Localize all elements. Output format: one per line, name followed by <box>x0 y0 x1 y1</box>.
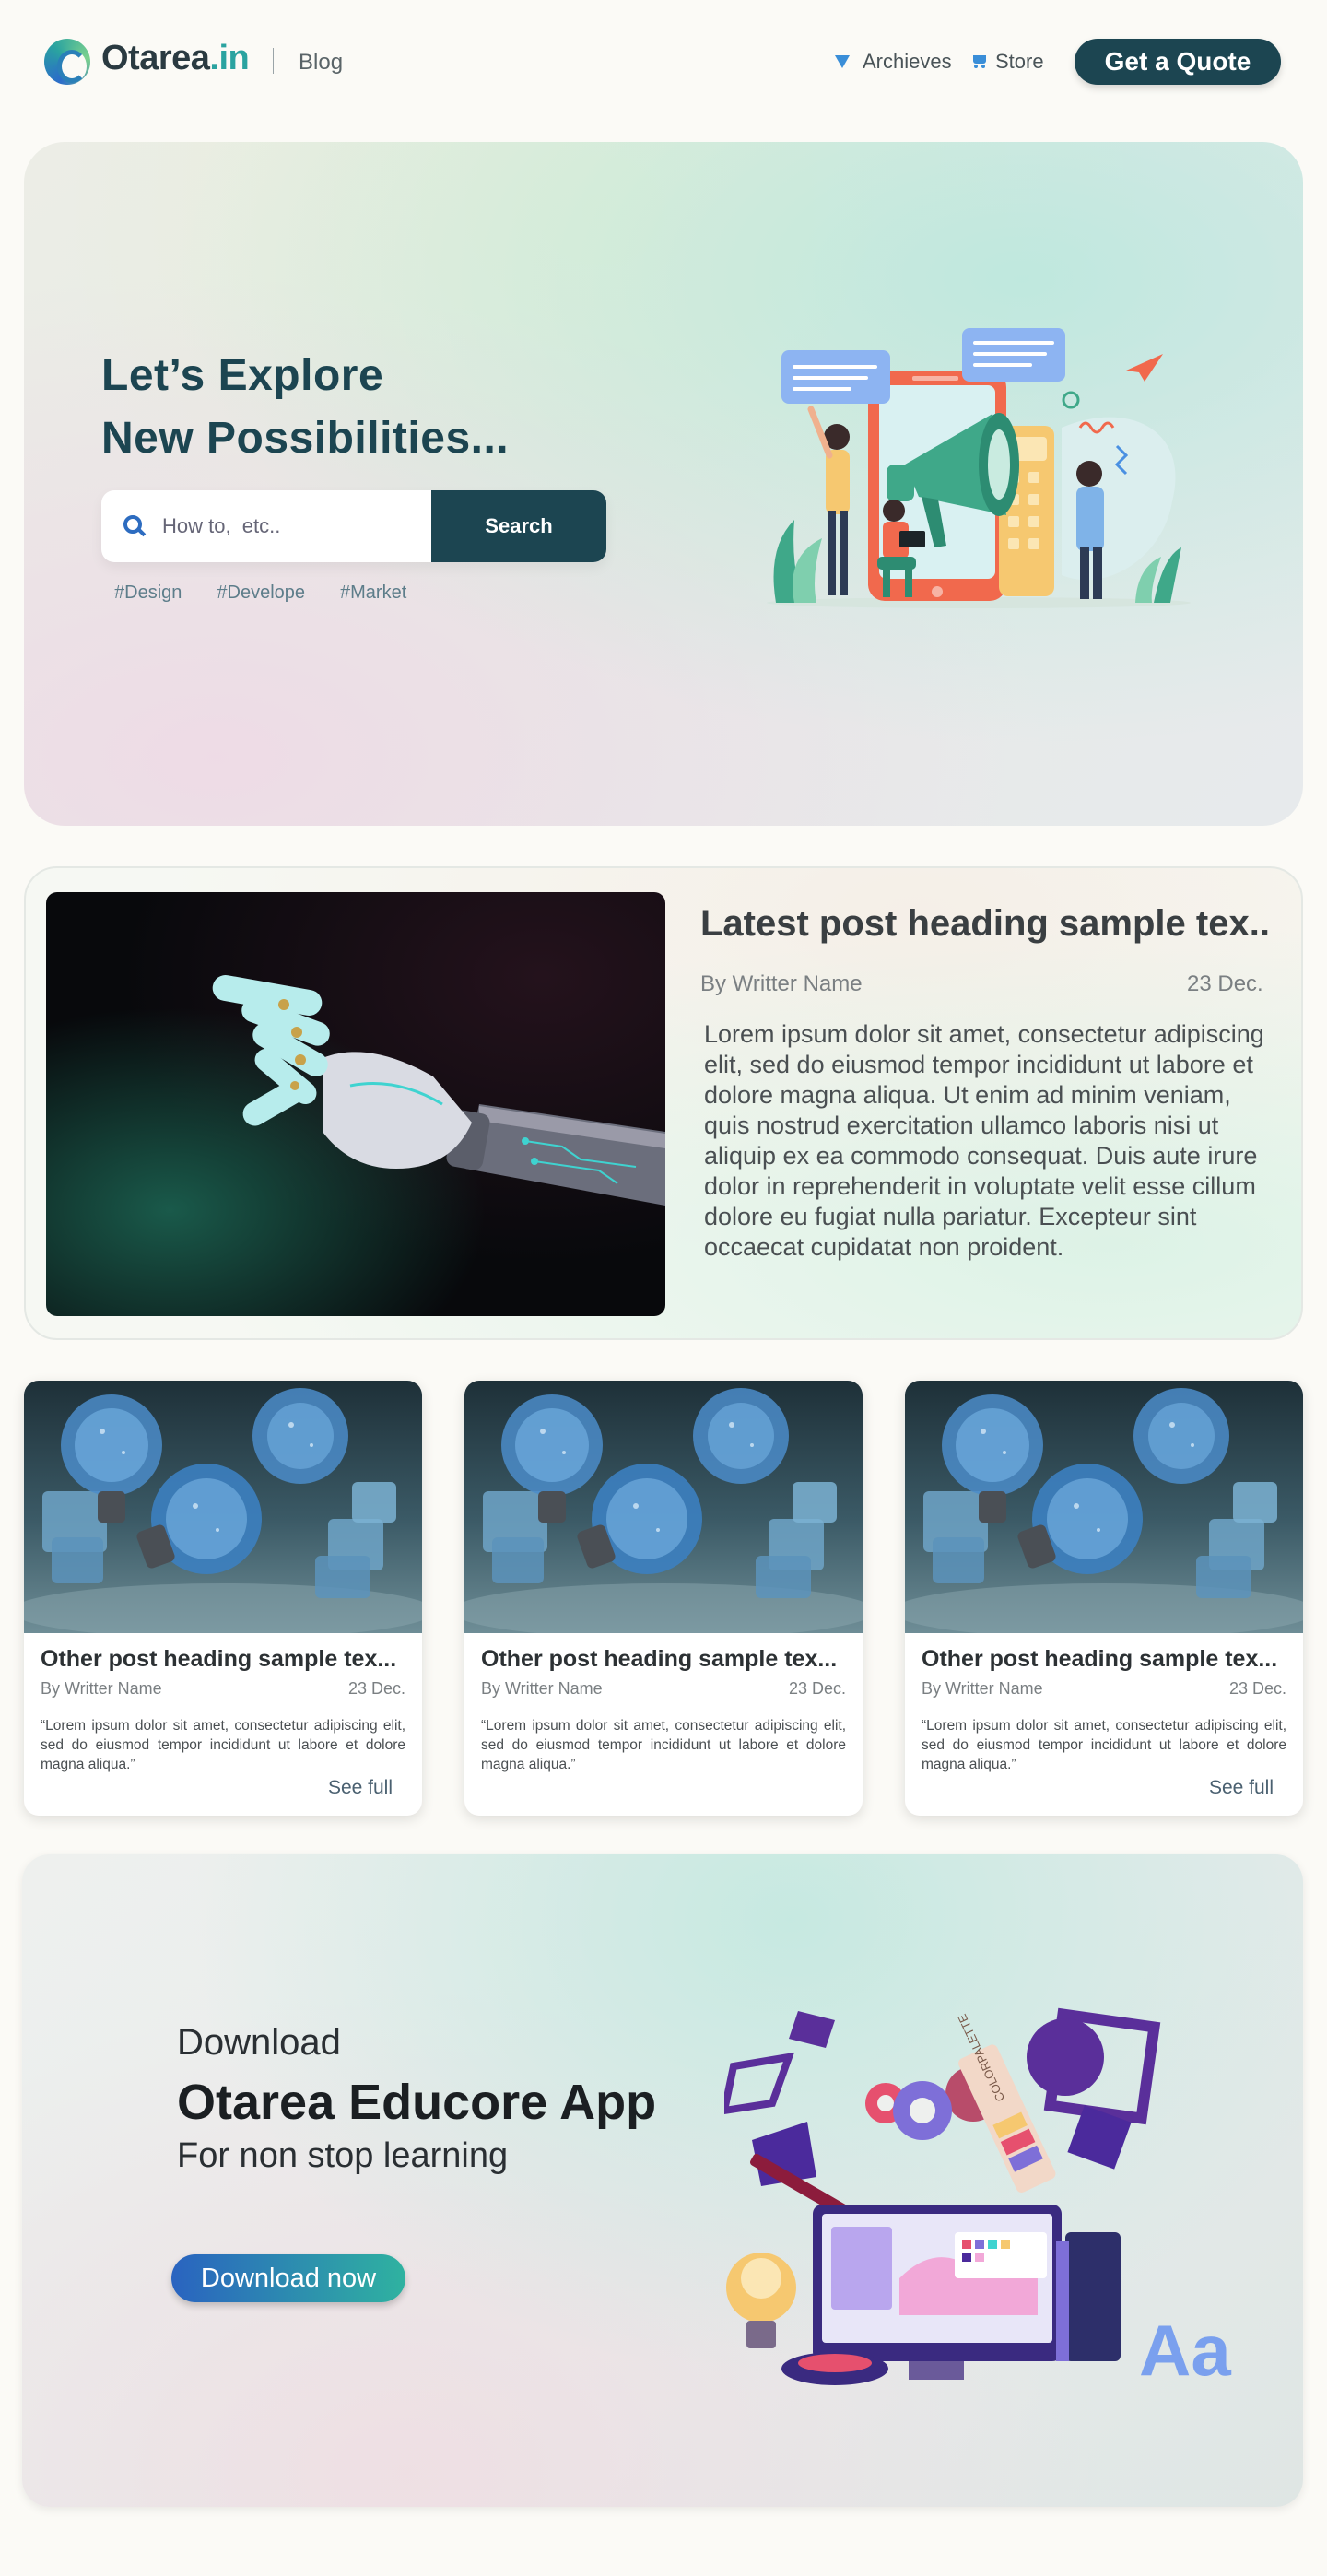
download-app-banner: Download Otarea Educore App For non stop… <box>22 1854 1303 2507</box>
tag-list: #Design #Develope #Market <box>114 582 406 604</box>
light-bulb-icon <box>905 1388 1303 1633</box>
post-card[interactable]: Other post heading sample tex... By Writ… <box>905 1381 1303 1816</box>
brand-suffix: .in <box>209 39 250 77</box>
post-card[interactable]: Other post heading sample tex... By Writ… <box>24 1381 422 1816</box>
light-bulb-icon <box>24 1388 422 1633</box>
post-card-excerpt: “Lorem ipsum dolor sit amet, consectetur… <box>41 1718 405 1772</box>
post-card[interactable]: Other post heading sample tex... By Writ… <box>464 1381 863 1816</box>
post-card-title[interactable]: Other post heading sample tex... <box>922 1646 1277 1673</box>
post-card-date: 23 Dec. <box>1228 1679 1286 1698</box>
download-pretitle: Download <box>177 2022 341 2063</box>
hero-title-line2: New Possibilities... <box>101 414 510 463</box>
post-card-date: 23 Dec. <box>788 1679 846 1698</box>
tag-develope[interactable]: #Develope <box>217 582 305 604</box>
post-card-author: By Writter Name <box>481 1679 603 1698</box>
download-now-button[interactable]: Download now <box>171 2254 405 2302</box>
download-app-title: Otarea Educore App <box>177 2075 657 2130</box>
search-input[interactable] <box>162 490 428 562</box>
nav-store[interactable]: Store <box>971 50 1044 74</box>
blog-link[interactable]: Blog <box>299 50 343 76</box>
latest-post-card[interactable]: Latest post heading sample tex.. By Writ… <box>24 866 1303 1340</box>
light-bulb-icon <box>464 1388 863 1633</box>
download-subtitle: For non stop learning <box>177 2136 509 2175</box>
cart-icon <box>971 55 988 68</box>
nav-archives-label: Archieves <box>863 50 952 73</box>
site-header: Otarea.in Blog Archieves Store Get a Quo… <box>0 0 1327 129</box>
ice-bulbs-image <box>464 1381 863 1633</box>
post-card-date: 23 Dec. <box>347 1679 405 1698</box>
tag-market[interactable]: #Market <box>340 582 406 604</box>
post-card-excerpt: “Lorem ipsum dolor sit amet, consectetur… <box>922 1718 1286 1772</box>
see-full-link[interactable]: See full <box>1209 1777 1274 1799</box>
tag-design[interactable]: #Design <box>114 582 182 604</box>
brand-name[interactable]: Otarea.in <box>101 39 250 78</box>
font-sample-label: Aa <box>1139 2310 1231 2389</box>
robot-hand-icon <box>212 975 665 1206</box>
post-card-title[interactable]: Other post heading sample tex... <box>41 1646 396 1673</box>
search-bar: Search <box>101 490 606 562</box>
marketing-megaphone-illustration <box>767 328 1191 608</box>
hero-title: Let’s Explore New Possibilities... <box>101 345 509 470</box>
latest-post-date: 23 Dec. <box>1187 971 1263 996</box>
hero-title-line1: Let’s Explore <box>101 351 384 400</box>
search-icon <box>123 515 142 534</box>
post-card-author: By Writter Name <box>922 1679 1043 1698</box>
brand-main: Otarea <box>101 39 210 77</box>
hero-banner: Let’s Explore New Possibilities... Searc… <box>24 142 1303 826</box>
ice-bulbs-image <box>905 1381 1303 1633</box>
nav-archives[interactable]: Archieves <box>835 50 952 74</box>
triangle-down-icon <box>835 55 850 68</box>
get-quote-button[interactable]: Get a Quote <box>1075 39 1281 85</box>
post-card-title[interactable]: Other post heading sample tex... <box>481 1646 837 1673</box>
post-card-excerpt: “Lorem ipsum dolor sit amet, consectetur… <box>481 1718 846 1772</box>
latest-post-author: By Writter Name <box>700 971 863 996</box>
latest-post-title[interactable]: Latest post heading sample tex.. <box>700 903 1270 945</box>
ice-bulbs-image <box>24 1381 422 1633</box>
nav-store-label: Store <box>995 50 1044 73</box>
latest-post-body: Lorem ipsum dolor sit amet, consectetur … <box>704 1020 1264 1261</box>
brand-divider <box>273 48 274 74</box>
logo-icon[interactable] <box>44 39 90 85</box>
see-full-link[interactable]: See full <box>328 1777 393 1799</box>
design-workspace-illustration: COLORPALETTE Aa <box>724 2007 1231 2389</box>
search-button[interactable]: Search <box>431 490 606 562</box>
post-card-author: By Writter Name <box>41 1679 162 1698</box>
robot-hand-image <box>46 892 665 1316</box>
